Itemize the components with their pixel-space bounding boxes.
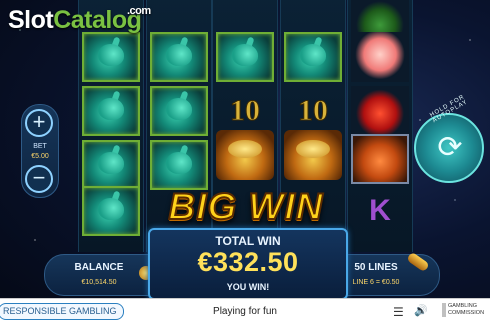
hare-symbol: [150, 140, 208, 190]
ten-symbol: 10: [298, 94, 329, 128]
gc-line-1: GAMBLING: [448, 303, 478, 309]
bet-increase-button[interactable]: +: [25, 109, 53, 137]
total-win-panel: TOTAL WIN €332.50 YOU WIN!: [148, 228, 348, 300]
logo-part-com: .com: [127, 5, 151, 17]
you-win-message: YOU WIN!: [226, 282, 270, 292]
gambling-commission-logo[interactable]: GAMBLING COMMISSION: [442, 303, 488, 317]
gc-line-2: COMMISSION: [448, 310, 485, 316]
footer-bar: RESPONSIBLE GAMBLING Playing for fun ☰ 🔊…: [0, 298, 490, 323]
hare-symbol: [216, 32, 274, 82]
menu-icon[interactable]: ☰: [393, 305, 404, 319]
reel-1: [78, 0, 144, 252]
sound-icon[interactable]: 🔊: [414, 304, 428, 317]
bet-value: €5.00: [31, 153, 49, 160]
reel-5: K: [347, 0, 413, 252]
golden-crab-symbol: [216, 130, 274, 180]
total-win-title: TOTAL WIN: [215, 234, 281, 248]
peach-symbol: [351, 32, 409, 82]
logo-part-slot: Slot: [8, 6, 54, 34]
hare-symbol: [82, 140, 140, 190]
bet-label: BET: [33, 143, 47, 150]
game-stage: 10 10 K BIG WIN SlotCatalog .com + BET €5…: [0, 0, 490, 323]
bet-panel: + BET €5.00 −: [21, 104, 59, 198]
apple-symbol: [351, 86, 409, 136]
ten-symbol: 10: [230, 94, 261, 128]
total-win-amount: €332.50: [197, 247, 299, 277]
balance-label: BALANCE: [74, 262, 124, 273]
hare-symbol: [82, 186, 140, 236]
golden-crab-symbol: [284, 130, 342, 180]
slotcatalog-logo: SlotCatalog .com: [8, 5, 151, 35]
hare-symbol: [150, 32, 208, 82]
hare-symbol: [284, 32, 342, 82]
hare-symbol: [82, 32, 140, 82]
balance-value: €10,514.50: [81, 279, 117, 286]
hare-symbol: [82, 86, 140, 136]
spin-icon: ⟳: [437, 131, 463, 164]
hare-symbol: [150, 86, 208, 136]
bet-decrease-button[interactable]: −: [25, 165, 53, 193]
big-win-banner: BIG WIN: [168, 185, 324, 228]
gambling-commission-mark-icon: [442, 303, 446, 317]
k-symbol: K: [369, 194, 391, 227]
fox-symbol: [351, 134, 409, 184]
